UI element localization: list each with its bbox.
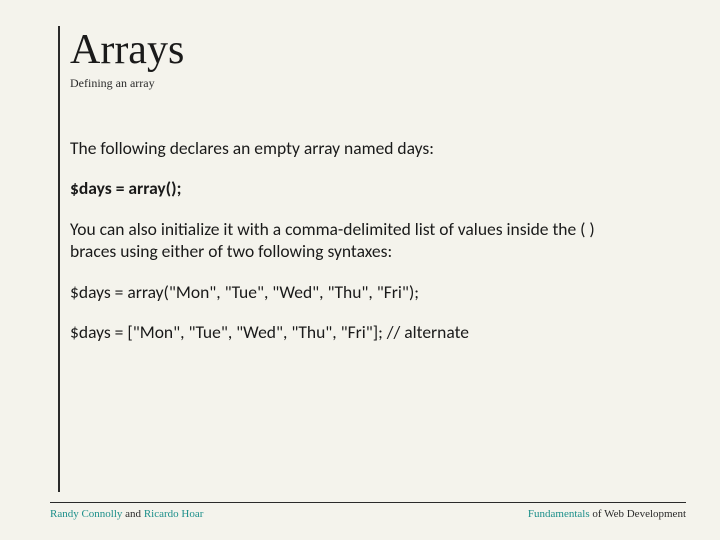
footer-authors: Randy Connolly and Ricardo Hoar (50, 508, 203, 520)
slide-title: Arrays (70, 28, 670, 72)
footer-rule (50, 502, 686, 503)
slide-subtitle: Defining an array (70, 76, 670, 91)
footer-book: Fundamentals of Web Development (528, 508, 686, 520)
slide-body: The following declares an empty array na… (70, 137, 670, 343)
code-empty-array: $days = array(); (70, 177, 630, 199)
author-joiner: and (122, 508, 143, 520)
paragraph-intro: The following declares an empty array na… (70, 137, 630, 159)
author-2: Ricardo Hoar (144, 508, 204, 520)
book-word-1: Fundamentals (528, 508, 590, 520)
author-1: Randy Connolly (50, 508, 122, 520)
vertical-rule (58, 26, 60, 492)
book-word-2: of Web Development (590, 508, 686, 520)
paragraph-init: You can also initialize it with a comma-… (70, 218, 630, 263)
slide-footer: Randy Connolly and Ricardo Hoar Fundamen… (50, 502, 686, 520)
code-alternate-syntax: $days = ["Mon", "Tue", "Wed", "Thu", "Fr… (70, 321, 630, 343)
code-array-syntax: $days = array("Mon", "Tue", "Wed", "Thu"… (70, 281, 630, 303)
footer-row: Randy Connolly and Ricardo Hoar Fundamen… (50, 508, 686, 520)
